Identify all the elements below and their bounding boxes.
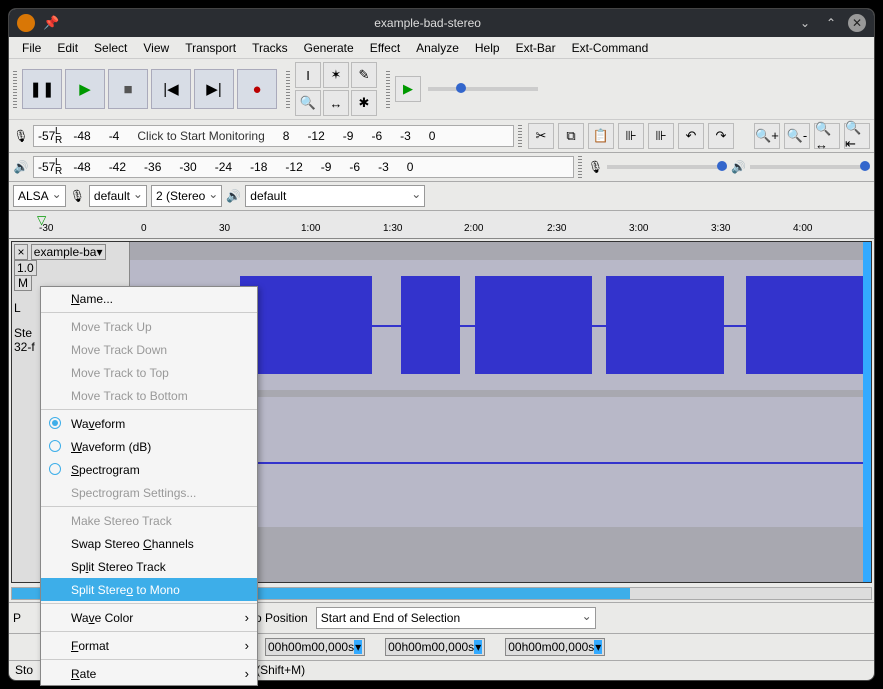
window-title: example-bad-stereo (67, 16, 788, 30)
zoom-in-button[interactable]: 🔍+ (754, 123, 780, 149)
menu-item-move-track-to-bottom: Move Track to Bottom (41, 384, 257, 407)
menu-item-spectrogram[interactable]: Spectrogram (41, 458, 257, 481)
max-icon[interactable]: ⌃ (822, 14, 840, 32)
titlebar: 📌 example-bad-stereo ⌄ ⌃ ✕ (9, 9, 874, 37)
app-icon (17, 14, 35, 32)
close-icon[interactable]: ✕ (848, 14, 866, 32)
cut-button[interactable]: ✂ (528, 123, 554, 149)
menu-analyze[interactable]: Analyze (409, 39, 466, 57)
menu-item-name-[interactable]: Name... (41, 287, 257, 310)
host-select[interactable]: ALSA (13, 185, 66, 207)
menu-item-move-track-down: Move Track Down (41, 338, 257, 361)
menu-item-spectrogram-settings-: Spectrogram Settings... (41, 481, 257, 504)
play-button[interactable]: ▶ (65, 69, 105, 109)
play-at-speed-button[interactable]: ▶ (395, 76, 421, 102)
menu-item-move-track-up: Move Track Up (41, 315, 257, 338)
transport-toolbar: ❚❚ ▶ ■ |◀ ▶| ● I ✶ ✎ 🔍 ↔ ✱ ▶ (9, 59, 874, 120)
speed-slider[interactable] (428, 87, 538, 91)
stop-button[interactable]: ■ (108, 69, 148, 109)
menu-file[interactable]: File (15, 39, 48, 57)
track-context-menu: Name...Move Track UpMove Track DownMove … (40, 286, 258, 686)
grip-icon[interactable] (386, 70, 390, 108)
skip-start-button[interactable]: |◀ (151, 69, 191, 109)
pin-icon[interactable]: 📌 (43, 15, 59, 31)
menu-select[interactable]: Select (87, 39, 134, 57)
record-meter[interactable]: LR -57-48-4 Click to Start Monitoring 8-… (33, 125, 514, 147)
speaker-icon: 🔊 (226, 189, 241, 203)
menu-ext-bar[interactable]: Ext-Bar (509, 39, 563, 57)
timeshift-tool[interactable]: ↔ (323, 90, 349, 116)
menu-item-format[interactable]: Format (41, 634, 257, 657)
min-icon[interactable]: ⌄ (796, 14, 814, 32)
sel-end-field[interactable]: 00h00m00,000s▾ (505, 638, 605, 656)
play-vol-slider[interactable] (750, 165, 870, 169)
mic-icon: 🎙 (70, 189, 85, 203)
menu-item-rate[interactable]: Rate (41, 662, 257, 685)
silence-button[interactable]: ⊪ (648, 123, 674, 149)
audio-position-field[interactable]: 00h00m00,000s▾ (265, 638, 365, 656)
menu-ext-command[interactable]: Ext-Command (565, 39, 656, 57)
skip-end-button[interactable]: ▶| (194, 69, 234, 109)
vertical-scrollbar[interactable] (863, 242, 871, 582)
menu-item-make-stereo-track: Make Stereo Track (41, 509, 257, 532)
multi-tool[interactable]: ✱ (351, 90, 377, 116)
menu-generate[interactable]: Generate (297, 39, 361, 57)
grip-icon[interactable] (518, 125, 522, 147)
play-meter-toolbar: 🔊 LR-57-48-42-36-30-24-18-12-9-6-30 🎙 🔊 (9, 153, 874, 182)
meter-toolbar: 🎙 LR -57-48-4 Click to Start Monitoring … (9, 120, 874, 153)
play-device-select[interactable]: default (245, 185, 425, 207)
menu-item-swap-stereo-channels[interactable]: Swap Stereo Channels (41, 532, 257, 555)
menu-help[interactable]: Help (468, 39, 507, 57)
selection-mode-select[interactable]: Start and End of Selection (316, 607, 596, 629)
undo-button[interactable]: ↶ (678, 123, 704, 149)
speaker-icon: 🔊 (13, 160, 29, 174)
zoom-fit-button[interactable]: 🔍⇤ (844, 123, 870, 149)
menu-item-wave-color[interactable]: Wave Color (41, 606, 257, 629)
menu-item-split-stereo-to-mono[interactable]: Split Stereo to Mono (41, 578, 257, 601)
envelope-tool[interactable]: ✶ (323, 62, 349, 88)
menu-edit[interactable]: Edit (50, 39, 85, 57)
copy-button[interactable]: ⧉ (558, 123, 584, 149)
rec-device-select[interactable]: default (89, 185, 147, 207)
timeline-ruler[interactable]: ▽ -300301:001:302:002:303:003:304:00 (9, 211, 874, 239)
rec-vol-slider[interactable] (607, 165, 727, 169)
channels-select[interactable]: 2 (Stereo (151, 185, 222, 207)
speaker-icon: 🔊 (731, 160, 746, 174)
menu-transport[interactable]: Transport (178, 39, 243, 57)
menu-item-waveform-db-[interactable]: Waveform (dB) (41, 435, 257, 458)
record-button[interactable]: ● (237, 69, 277, 109)
track-close-button[interactable]: × (14, 244, 28, 260)
menu-view[interactable]: View (136, 39, 176, 57)
select-tool[interactable]: I (295, 62, 321, 88)
mic-icon: 🎙 (588, 160, 603, 174)
zoom-tool[interactable]: 🔍 (295, 90, 321, 116)
menu-item-split-stereo-track[interactable]: Split Stereo Track (41, 555, 257, 578)
grip-icon[interactable] (578, 156, 582, 178)
mic-icon: 🎙 (13, 129, 29, 143)
zoom-out-button[interactable]: 🔍- (784, 123, 810, 149)
zoom-sel-button[interactable]: 🔍↔ (814, 123, 840, 149)
grip-icon[interactable] (286, 70, 290, 108)
redo-button[interactable]: ↷ (708, 123, 734, 149)
sel-start-field[interactable]: 00h00m00,000s▾ (385, 638, 485, 656)
draw-tool[interactable]: ✎ (351, 62, 377, 88)
menu-tracks[interactable]: Tracks (245, 39, 295, 57)
menu-item-waveform[interactable]: Waveform (41, 412, 257, 435)
paste-button[interactable]: 📋 (588, 123, 614, 149)
menu-item-move-track-to-top: Move Track to Top (41, 361, 257, 384)
menu-effect[interactable]: Effect (363, 39, 407, 57)
grip-icon[interactable] (13, 70, 17, 108)
trim-button[interactable]: ⊪ (618, 123, 644, 149)
pause-button[interactable]: ❚❚ (22, 69, 62, 109)
play-meter[interactable]: LR-57-48-42-36-30-24-18-12-9-6-30 (33, 156, 574, 178)
device-toolbar: ALSA 🎙 default 2 (Stereo 🔊 default (9, 182, 874, 211)
menubar: FileEditSelectViewTransportTracksGenerat… (9, 37, 874, 59)
